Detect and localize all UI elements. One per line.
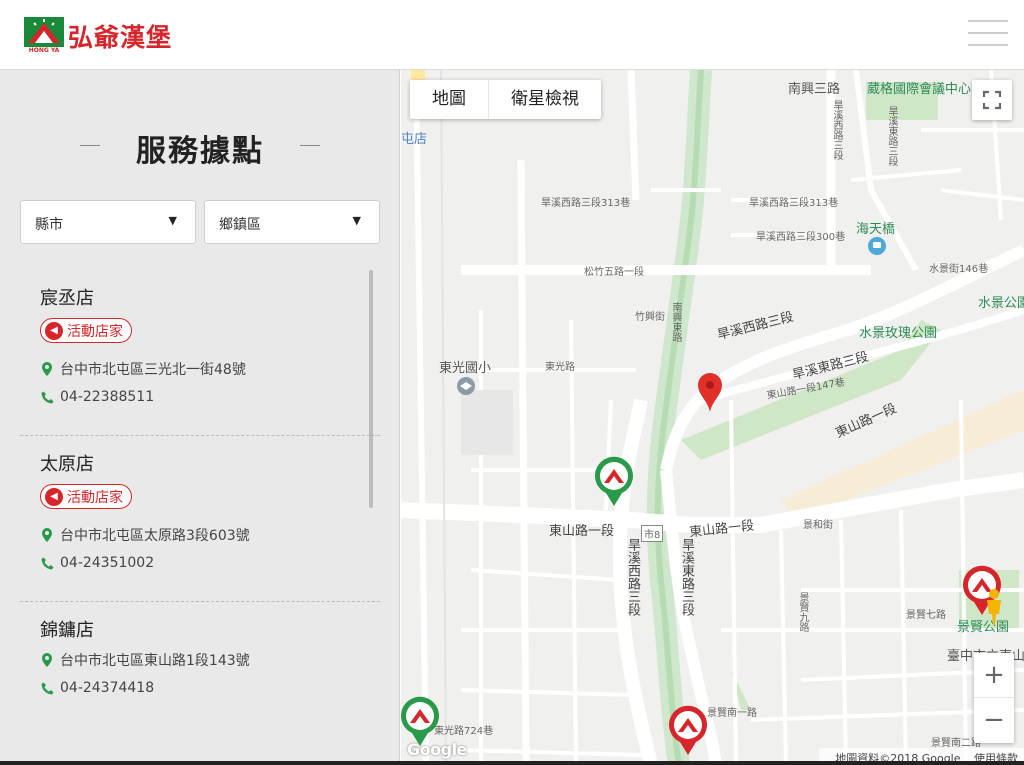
badge-label: 活動店家 — [67, 323, 123, 340]
store-phone[interactable]: 04-22388511 — [40, 387, 364, 407]
map-label: 東光路 — [545, 362, 575, 373]
city-select-value: 縣市 — [35, 217, 63, 233]
store-name: 太原店 — [40, 454, 94, 475]
map-label: 景和街 — [803, 520, 833, 531]
event-badge: ◀ 活動店家 — [40, 484, 132, 509]
megaphone-icon: ◀ — [45, 321, 63, 340]
brand-sub: HONG YA — [28, 47, 60, 54]
event-store-marker-icon[interactable] — [667, 704, 709, 760]
map-label: 景賢九路 — [797, 592, 808, 632]
store-map[interactable]: 南興三路 葳格國際會議中心 旱溪西路三段 旱溪東路三段 旱溪西路三段313巷 旱… — [401, 70, 1024, 765]
store-address: 台中市北屯區東山路1段143號 — [40, 650, 364, 670]
store-item[interactable]: 太原店 ◀ 活動店家 台中市北屯區太原路3段603號 04-24351002 — [0, 436, 384, 602]
district-select[interactable]: 鄉鎮區 ▼ — [204, 200, 380, 244]
map-base — [401, 70, 1024, 765]
map-label: 竹興街 — [635, 312, 665, 323]
map-label: 東光國小 — [439, 361, 492, 376]
city-select[interactable]: 縣市 ▼ — [20, 200, 196, 244]
map-label: 水景公園 — [978, 296, 1024, 311]
phone-text: 04-24374418 — [60, 680, 155, 696]
google-logo[interactable]: Google — [407, 740, 467, 759]
location-pin-icon[interactable] — [698, 373, 722, 417]
map-pin-icon — [40, 362, 54, 376]
zoom-out-button[interactable]: − — [974, 698, 1014, 743]
caret-down-icon: ▼ — [168, 214, 177, 227]
map-label: 葳格國際會議中心 — [867, 82, 972, 97]
map-label: 景賢南一路 — [707, 708, 757, 719]
brand-mark-icon: HONG YA — [24, 17, 64, 55]
page-title: 服務據點 — [136, 134, 264, 169]
map-type-satellite-tab[interactable]: 衛星檢視 — [489, 80, 601, 119]
brand-name: 弘爺漢堡 — [68, 23, 173, 52]
map-label: 東山路一段 — [549, 524, 615, 539]
map-label: 旱溪西路三段 — [831, 100, 842, 160]
address-text: 台中市北屯區太原路3段603號 — [60, 528, 250, 544]
phone-text: 04-24351002 — [60, 555, 155, 571]
store-item[interactable]: 錦鏞店 台中市北屯區東山路1段143號 04-24374418 — [0, 602, 384, 765]
map-pin-icon — [40, 528, 54, 542]
address-text: 台中市北屯區東山路1段143號 — [60, 653, 250, 669]
map-label: 南興東路 — [670, 302, 681, 342]
street-view-pegman-icon[interactable] — [982, 588, 1006, 626]
fullscreen-icon — [982, 90, 1002, 110]
map-label: 市8 — [641, 525, 664, 542]
zoom-in-button[interactable]: + — [974, 653, 1014, 698]
brand-logo[interactable]: HONG YA 弘爺漢堡 — [24, 17, 172, 55]
event-badge: ◀ 活動店家 — [40, 318, 132, 343]
list-scrollbar[interactable] — [369, 270, 373, 508]
fullscreen-button[interactable] — [972, 80, 1012, 120]
phone-icon — [40, 557, 54, 570]
store-phone[interactable]: 04-24351002 — [40, 553, 364, 573]
map-type-control: 地圖 衛星檢視 — [410, 80, 601, 119]
map-label: 旱溪東路三段 — [886, 106, 897, 166]
map-type-map-tab[interactable]: 地圖 — [410, 80, 489, 119]
map-label: 南興三路 — [788, 82, 841, 97]
map-label: 東光路724巷 — [434, 726, 494, 737]
map-label: 旱溪東路三段 — [679, 538, 694, 616]
store-name: 宸丞店 — [40, 288, 94, 309]
store-sidebar: 服務據點 縣市 ▼ 鄉鎮區 ▼ 宸丞店 ◀ 活動店家 台中市北屯區三光北一街48… — [0, 70, 400, 765]
title-dash-right — [300, 145, 320, 146]
map-label: 水景街146巷 — [929, 264, 989, 275]
address-text: 台中市北屯區三光北一街48號 — [60, 362, 246, 378]
store-item[interactable]: 宸丞店 ◀ 活動店家 台中市北屯區三光北一街48號 04-22388511 — [0, 270, 384, 436]
phone-text: 04-22388511 — [60, 389, 155, 405]
store-phone[interactable]: 04-24374418 — [40, 678, 364, 698]
map-label: 松竹五路一段 — [584, 267, 644, 278]
district-select-value: 鄉鎮區 — [219, 217, 261, 233]
store-address: 台中市北屯區太原路3段603號 — [40, 525, 364, 545]
menu-icon[interactable] — [968, 20, 1008, 48]
zoom-control: + − — [974, 653, 1014, 743]
caret-down-icon: ▼ — [352, 214, 361, 227]
map-label: 旱溪西路三段300巷 — [756, 232, 846, 243]
map-label: 旱溪西路三段 — [625, 538, 640, 616]
store-list: 宸丞店 ◀ 活動店家 台中市北屯區三光北一街48號 04-22388511 太原… — [0, 270, 384, 765]
map-label: 景賢七路 — [906, 610, 946, 621]
map-label: 水景玫瑰公園 — [859, 326, 938, 341]
bottom-edge — [0, 761, 1024, 765]
map-label: 旱溪西路三段313巷 — [749, 198, 839, 209]
map-label: 屯店 — [401, 132, 428, 147]
phone-icon — [40, 391, 54, 404]
badge-label: 活動店家 — [67, 489, 123, 506]
map-label: 海天橋 — [856, 222, 896, 237]
map-pin-icon — [40, 653, 54, 667]
store-address: 台中市北屯區三光北一街48號 — [40, 359, 364, 379]
store-name: 錦鏞店 — [40, 620, 94, 641]
megaphone-icon: ◀ — [45, 487, 63, 506]
map-label: 旱溪西路三段313巷 — [541, 198, 631, 209]
store-marker-icon[interactable] — [593, 455, 635, 511]
phone-icon — [40, 682, 54, 695]
site-header: HONG YA 弘爺漢堡 — [0, 0, 1024, 70]
